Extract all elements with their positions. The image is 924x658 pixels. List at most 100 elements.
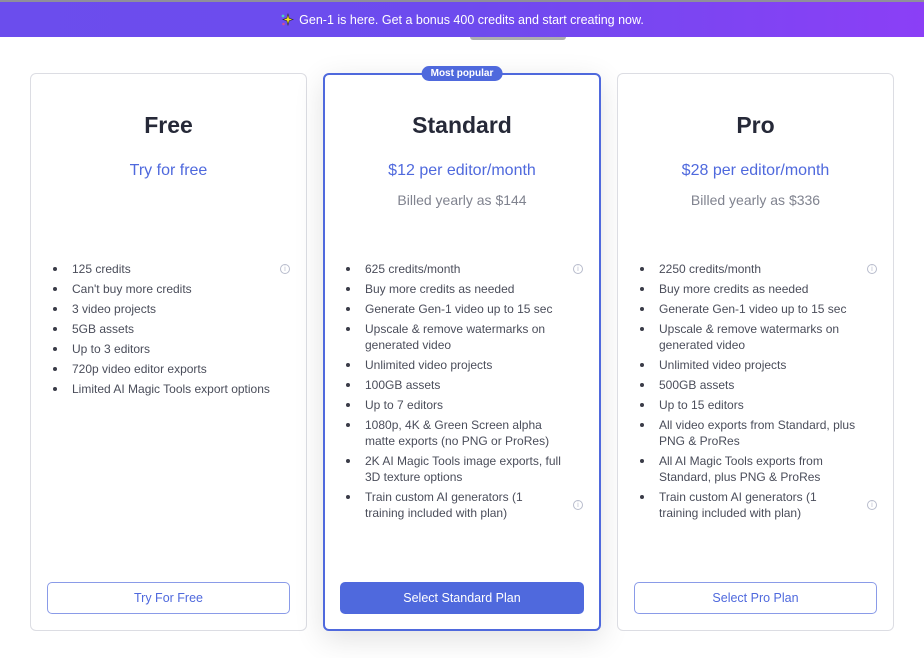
feature-text: 1080p, 4K & Green Screen alpha matte exp… (365, 418, 550, 448)
announcement-banner[interactable]: Gen-1 is here. Get a bonus 400 credits a… (0, 0, 924, 37)
sparkle-icon (281, 12, 295, 26)
feature-item: Upscale & remove watermarks on generated… (638, 321, 877, 353)
feature-item: Generate Gen-1 video up to 15 sec (344, 301, 583, 317)
feature-item: 5GB assets (51, 321, 290, 337)
plan-name: Standard (412, 112, 512, 138)
try-for-free-button[interactable]: Try For Free (47, 582, 290, 614)
feature-item: Generate Gen-1 video up to 15 sec (638, 301, 877, 317)
feature-item: 125 credits i (51, 261, 290, 277)
billed-yearly: Billed yearly as $336 (690, 192, 821, 208)
bullet-icon (53, 267, 57, 271)
info-icon[interactable]: i (573, 500, 583, 510)
plan-card-free: Free Try for free 125 credits i Can't buy … (30, 73, 307, 631)
feature-text: Buy more credits as needed (659, 282, 809, 296)
feature-item: 2250 credits/month i (638, 261, 877, 277)
feature-text: Limited AI Magic Tools export options (72, 382, 270, 396)
bullet-icon (53, 387, 57, 391)
bullet-icon (53, 367, 57, 371)
feature-text: 2K AI Magic Tools image exports, full 3D… (365, 454, 561, 484)
feature-item: 100GB assets (344, 377, 583, 393)
plan-price: Try for free (129, 162, 208, 179)
feature-item: 500GB assets (638, 377, 877, 393)
banner-text: Gen-1 is here. Get a bonus 400 credits a… (299, 12, 644, 27)
feature-text: 5GB assets (72, 322, 135, 336)
feature-text: Up to 7 editors (365, 398, 444, 412)
feature-item: Limited AI Magic Tools export options (51, 381, 290, 397)
feature-item: Unlimited video projects (344, 357, 583, 373)
bullet-icon (346, 459, 350, 463)
feature-list: 625 credits/month i Buy more credits as ne… (344, 261, 583, 525)
bullet-icon (53, 347, 57, 351)
bullet-icon (346, 423, 350, 427)
feature-text: 3 video projects (72, 302, 157, 316)
feature-item: Unlimited video projects (638, 357, 877, 373)
feature-item: Up to 3 editors (51, 341, 290, 357)
feature-list: 125 credits i Can't buy more credits 3 vide… (51, 261, 290, 401)
feature-text: Unlimited video projects (365, 358, 493, 372)
feature-item: 720p video editor exports (51, 361, 290, 377)
feature-text: Upscale & remove watermarks on generated… (365, 322, 546, 352)
info-icon[interactable]: i (867, 264, 877, 274)
feature-item: Train custom AI generators (1 training i… (344, 489, 583, 521)
bullet-icon (346, 267, 350, 271)
plan-price: $28 per editor/month (681, 162, 830, 179)
bullet-icon (640, 267, 644, 271)
info-icon[interactable]: i (573, 264, 583, 274)
feature-item: Upscale & remove watermarks on generated… (344, 321, 583, 353)
bullet-icon (640, 383, 644, 387)
feature-item: 2K AI Magic Tools image exports, full 3D… (344, 453, 583, 485)
feature-text: Upscale & remove watermarks on generated… (659, 322, 840, 352)
bullet-icon (346, 287, 350, 291)
feature-text: 500GB assets (659, 378, 735, 392)
feature-text: 100GB assets (365, 378, 441, 392)
plan-price: $12 per editor/month (388, 162, 536, 179)
banner-tab-handle (470, 37, 566, 40)
feature-text: 125 credits (72, 262, 131, 276)
bullet-icon (53, 287, 57, 291)
feature-item: 3 video projects (51, 301, 290, 317)
bullet-icon (346, 383, 350, 387)
select-standard-plan-button[interactable]: Select Standard Plan (340, 582, 584, 614)
feature-text: Up to 15 editors (659, 398, 744, 412)
bullet-icon (53, 307, 57, 311)
feature-text: Generate Gen-1 video up to 15 sec (659, 302, 847, 316)
feature-text: 720p video editor exports (72, 362, 207, 376)
feature-item: Up to 7 editors (344, 397, 583, 413)
feature-item: Train custom AI generators (1 training i… (638, 489, 877, 521)
feature-text: Unlimited video projects (659, 358, 787, 372)
bullet-icon (346, 495, 350, 499)
billed-yearly: Billed yearly as $144 (397, 192, 527, 208)
bullet-icon (346, 403, 350, 407)
bullet-icon (640, 327, 644, 331)
feature-text: 625 credits/month (365, 262, 461, 276)
plan-card-standard: Most popular Standard $12 per editor/mon… (323, 66, 601, 631)
bullet-icon (346, 307, 350, 311)
feature-item: Can't buy more credits (51, 281, 290, 297)
most-popular-badge: Most popular (421, 66, 503, 81)
feature-item: All AI Magic Tools exports from Standard… (638, 453, 877, 485)
bullet-icon (640, 307, 644, 311)
select-pro-plan-button[interactable]: Select Pro Plan (634, 582, 877, 614)
feature-item: 1080p, 4K & Green Screen alpha matte exp… (344, 417, 583, 449)
plan-card-pro: Pro $28 per editor/month Billed yearly a… (617, 73, 894, 631)
bullet-icon (640, 287, 644, 291)
info-icon[interactable]: i (867, 500, 877, 510)
feature-text: Train custom AI generators (1 training i… (365, 490, 523, 520)
feature-item: Up to 15 editors (638, 397, 877, 413)
bullet-icon (640, 459, 644, 463)
feature-item: Buy more credits as needed (638, 281, 877, 297)
bullet-icon (640, 495, 644, 499)
feature-item: 625 credits/month i (344, 261, 583, 277)
feature-text: Buy more credits as needed (365, 282, 515, 296)
bullet-icon (53, 327, 57, 331)
feature-item: All video exports from Standard, plus PN… (638, 417, 877, 449)
bullet-icon (640, 423, 644, 427)
feature-text: Up to 3 editors (72, 342, 151, 356)
feature-item: Buy more credits as needed (344, 281, 583, 297)
feature-text: 2250 credits/month (659, 262, 762, 276)
info-icon[interactable]: i (280, 264, 290, 274)
feature-text: Train custom AI generators (1 training i… (659, 490, 817, 520)
plan-name: Free (144, 112, 193, 138)
bullet-icon (640, 403, 644, 407)
feature-text: All AI Magic Tools exports from Standard… (659, 454, 823, 484)
